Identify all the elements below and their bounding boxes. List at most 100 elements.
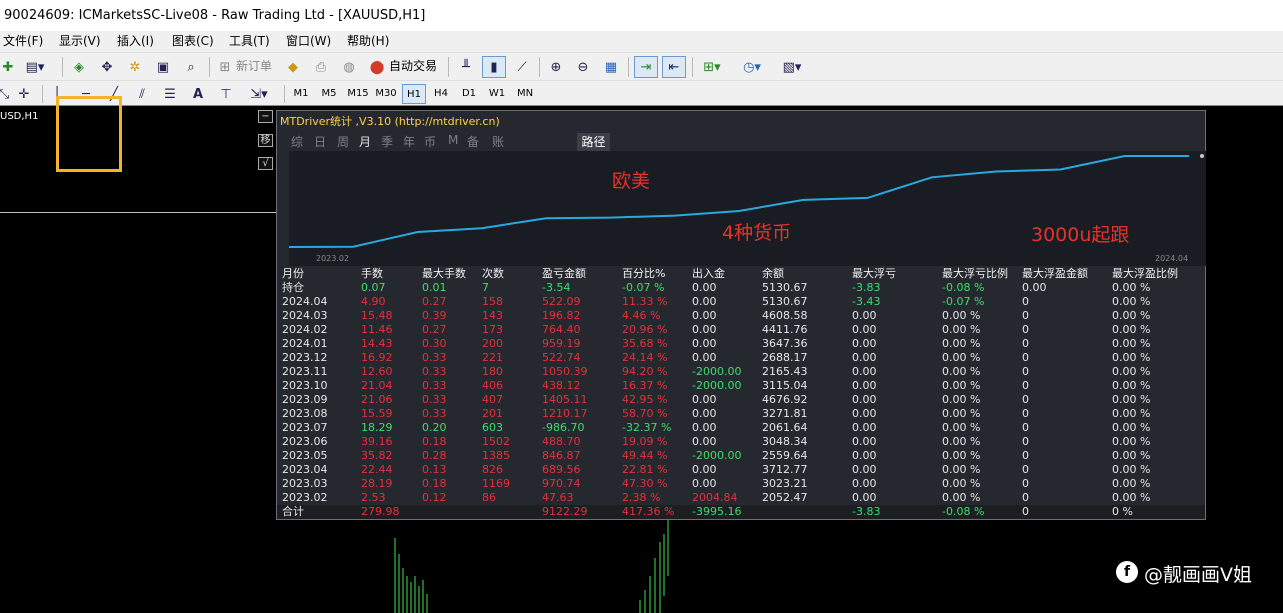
auto-trading-button[interactable]: 自动交易 [389, 55, 437, 77]
table-row: 2023.08 15.59 0.33 201 1210.17 58.70 % 0.00 327… [277, 407, 1205, 421]
toolbar-separator [628, 57, 629, 77]
cell-lots: 16.92 [361, 351, 393, 364]
column-header: 盈亏金额 [542, 267, 586, 280]
timeframe-m1[interactable]: M1 [289, 84, 313, 104]
cell-balance: 2061.64 [762, 421, 808, 434]
cell-pnl: 196.82 [542, 309, 581, 322]
strategy-tester-icon[interactable]: ⌕ [180, 57, 202, 77]
tab-month[interactable]: 月 [359, 133, 371, 150]
line-chart-icon[interactable]: ⟋ [511, 57, 533, 77]
profiles-icon[interactable]: ▤▾ [24, 57, 46, 77]
arrows-icon[interactable]: ⇲▾ [244, 84, 274, 104]
market-watch-icon[interactable]: ◈ [68, 57, 90, 77]
menu-window[interactable]: 窗口(W) [286, 31, 331, 51]
indicators-icon[interactable]: ⊞▾ [699, 57, 725, 77]
candle-chart-icon[interactable]: ▮ [482, 56, 506, 78]
text-label-icon[interactable]: ⊤ [216, 84, 236, 104]
menu-tools[interactable]: 工具(T) [229, 31, 270, 51]
cell-count: 407 [482, 393, 503, 406]
menu-bar: 文件(F) 显示(V) 插入(I) 图表(C) 工具(T) 窗口(W) 帮助(H… [0, 31, 1283, 52]
fibonacci-icon[interactable]: ☰ [160, 84, 180, 104]
cell-lots: 22.44 [361, 463, 393, 476]
auto-trading-icon[interactable]: ⬤ [366, 57, 388, 77]
menu-insert[interactable]: 插入(I) [117, 31, 154, 51]
menu-help[interactable]: 帮助(H) [347, 31, 389, 51]
cell-max-dd: 0.00 [852, 351, 877, 364]
terminal-icon[interactable]: ▣ [152, 57, 174, 77]
tab-year[interactable]: 年 [403, 133, 415, 150]
cell-balance: 4676.92 [762, 393, 808, 406]
tab-note[interactable]: 备 [467, 133, 479, 150]
cell-max-dd: 0.00 [852, 365, 877, 378]
new-order-button[interactable]: 新订单 [236, 55, 272, 77]
tile-windows-icon[interactable]: ▦ [600, 57, 622, 77]
cell-pnl: -3.54 [542, 281, 571, 294]
timeframe-m15[interactable]: M15 [345, 84, 371, 104]
cell-max-fp-pct: 0.00 % [1112, 421, 1151, 434]
new-order-icon[interactable]: ⊞ [215, 57, 235, 77]
auto-scroll-icon[interactable]: ⇥ [634, 56, 658, 78]
cell-flow: 0.00 [692, 281, 717, 294]
new-chart-icon[interactable]: ✚ [0, 57, 16, 77]
cell-max-fp: 0 [1022, 337, 1029, 350]
navigator-icon[interactable]: ✥ [96, 57, 118, 77]
zoom-in-icon[interactable]: ⊕ [545, 57, 567, 77]
cell-pct: 47.30 % [622, 477, 668, 490]
cell-max-fp: 0 [1022, 309, 1029, 322]
timeframe-m30[interactable]: M30 [373, 84, 399, 104]
chart-shift-icon[interactable]: ⇤ [662, 56, 686, 78]
panel-move-button[interactable]: 移 [258, 134, 273, 147]
menu-file[interactable]: 文件(F) [3, 31, 43, 51]
tab-quarter[interactable]: 季 [381, 133, 393, 150]
panel-minimize-button[interactable]: − [258, 110, 273, 123]
tab-magic[interactable]: M [448, 133, 458, 147]
periods-icon[interactable]: ◷▾ [737, 57, 767, 77]
data-window-icon[interactable]: ✲ [124, 57, 146, 77]
tab-currency[interactable]: 币 [424, 133, 436, 150]
crosshair-icon[interactable]: ✛ [14, 84, 34, 104]
cursor-icon[interactable]: ⤡ [0, 84, 9, 104]
timeframe-w1[interactable]: W1 [485, 84, 509, 104]
cell-month: 2023.11 [282, 365, 328, 378]
equidistant-channel-icon[interactable]: ⫽ [132, 84, 152, 104]
zoom-out-icon[interactable]: ⊖ [572, 57, 594, 77]
cell-max-dd-pct: -0.07 % [942, 295, 985, 308]
column-header: 出入金 [692, 267, 725, 280]
timeframe-d1[interactable]: D1 [457, 84, 481, 104]
panel-check-button[interactable]: √ [258, 157, 273, 170]
cell-pct: 20.96 % [622, 323, 668, 336]
balance-graph: 2023.02 2024.04 [288, 151, 1206, 266]
timeframe-h1[interactable]: H1 [402, 84, 426, 104]
toolbar-separator [42, 85, 43, 103]
timeframe-m5[interactable]: M5 [317, 84, 341, 104]
menu-charts[interactable]: 图表(C) [172, 31, 214, 51]
tab-week[interactable]: 周 [337, 133, 349, 150]
cell-pct: -0.07 % [622, 281, 665, 294]
cell-flow: -2000.00 [692, 365, 742, 378]
cell-pnl: 970.74 [542, 477, 581, 490]
brand-logo-icon: f [1116, 561, 1138, 583]
table-row: 2023.12 16.92 0.33 221 522.74 24.14 % 0.00 2688… [277, 351, 1205, 365]
tab-summary[interactable]: 综 [291, 133, 303, 150]
signals-icon[interactable]: ◍ [338, 57, 360, 77]
templates-icon[interactable]: ▧▾ [776, 57, 808, 77]
print-icon[interactable]: ⎙ [310, 57, 332, 77]
cell-max-dd-pct: 0.00 % [942, 379, 981, 392]
cell-month: 合计 [282, 505, 304, 518]
timeframe-mn[interactable]: MN [513, 84, 537, 104]
cell-flow: 0.00 [692, 309, 717, 322]
route-button[interactable]: 路径 [577, 133, 610, 151]
cell-max-lots: 0.01 [422, 281, 447, 294]
tab-day[interactable]: 日 [314, 133, 326, 150]
bar-chart-icon[interactable]: ╨ [455, 57, 477, 77]
text-icon[interactable]: A [188, 84, 208, 104]
cell-count: 221 [482, 351, 503, 364]
cell-lots: 39.16 [361, 435, 393, 448]
menu-view[interactable]: 显示(V) [59, 31, 101, 51]
timeframe-h4[interactable]: H4 [429, 84, 453, 104]
window-title: 90024609: ICMarketsSC-Live08 - Raw Tradi… [0, 0, 1283, 31]
metaeditor-icon[interactable]: ◆ [282, 57, 304, 77]
table-header: 月份 手数 最大手数 次数 盈亏金额 百分比% 出入金 余额 最大浮亏 最大浮亏比例 最大浮盈金额 最… [277, 267, 1205, 281]
cell-max-lots: 0.33 [422, 365, 447, 378]
cell-month: 2024.04 [282, 295, 328, 308]
